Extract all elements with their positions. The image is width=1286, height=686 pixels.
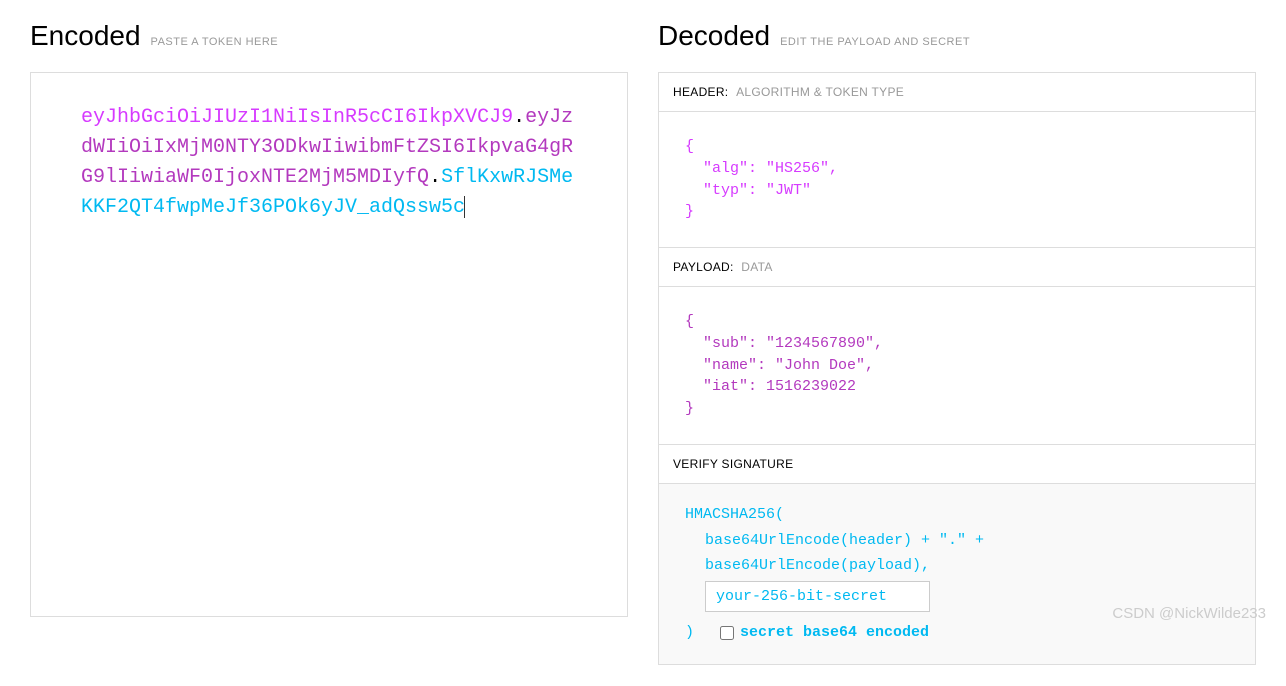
encoded-token-input[interactable]: eyJhbGciOiJIUzI1NiIsInR5cCI6IkpXVCJ9.eyJ…: [30, 72, 628, 617]
signature-label: VERIFY SIGNATURE: [673, 457, 793, 471]
header-label: HEADER:: [673, 85, 728, 99]
token-dot-1: .: [513, 106, 525, 129]
secret-base64-checkbox[interactable]: [720, 626, 734, 640]
decoded-title: Decoded: [658, 20, 770, 52]
encoded-subtitle: PASTE A TOKEN HERE: [151, 36, 279, 48]
watermark: CSDN @NickWilde233: [1112, 605, 1266, 622]
token-dot-2: .: [429, 166, 441, 189]
secret-base64-label: secret base64 encoded: [740, 622, 929, 644]
signature-section-title: VERIFY SIGNATURE: [659, 445, 1255, 484]
decoded-column: Decoded EDIT THE PAYLOAD AND SECRET HEAD…: [658, 20, 1256, 665]
payload-label: PAYLOAD:: [673, 260, 734, 274]
encoded-title-row: Encoded PASTE A TOKEN HERE: [30, 20, 628, 52]
text-cursor: [464, 196, 465, 218]
encoded-column: Encoded PASTE A TOKEN HERE eyJhbGciOiJIU…: [30, 20, 628, 665]
payload-desc: DATA: [741, 260, 772, 274]
signature-content: HMACSHA256( base64UrlEncode(header) + ".…: [659, 484, 1255, 664]
payload-section: PAYLOAD: DATA { "sub": "1234567890", "na…: [658, 247, 1256, 444]
signature-section: VERIFY SIGNATURE HMACSHA256( base64UrlEn…: [658, 444, 1256, 665]
payload-section-title: PAYLOAD: DATA: [659, 248, 1255, 287]
signature-close: ): [685, 622, 694, 644]
header-section: HEADER: ALGORITHM & TOKEN TYPE { "alg": …: [658, 72, 1256, 247]
token-header-part: eyJhbGciOiJIUzI1NiIsInR5cCI6IkpXVCJ9: [81, 106, 513, 129]
header-desc: ALGORITHM & TOKEN TYPE: [736, 85, 904, 99]
secret-input[interactable]: [705, 581, 930, 612]
header-section-title: HEADER: ALGORITHM & TOKEN TYPE: [659, 73, 1255, 112]
payload-content[interactable]: { "sub": "1234567890", "name": "John Doe…: [659, 287, 1255, 444]
header-content[interactable]: { "alg": "HS256", "typ": "JWT" }: [659, 112, 1255, 247]
signature-line1: base64UrlEncode(header) + "." +: [685, 530, 1229, 552]
signature-func: HMACSHA256(: [685, 504, 1229, 526]
decoded-subtitle: EDIT THE PAYLOAD AND SECRET: [780, 36, 970, 48]
signature-line2: base64UrlEncode(payload),: [685, 555, 1229, 577]
encoded-title: Encoded: [30, 20, 141, 52]
decoded-title-row: Decoded EDIT THE PAYLOAD AND SECRET: [658, 20, 1256, 52]
